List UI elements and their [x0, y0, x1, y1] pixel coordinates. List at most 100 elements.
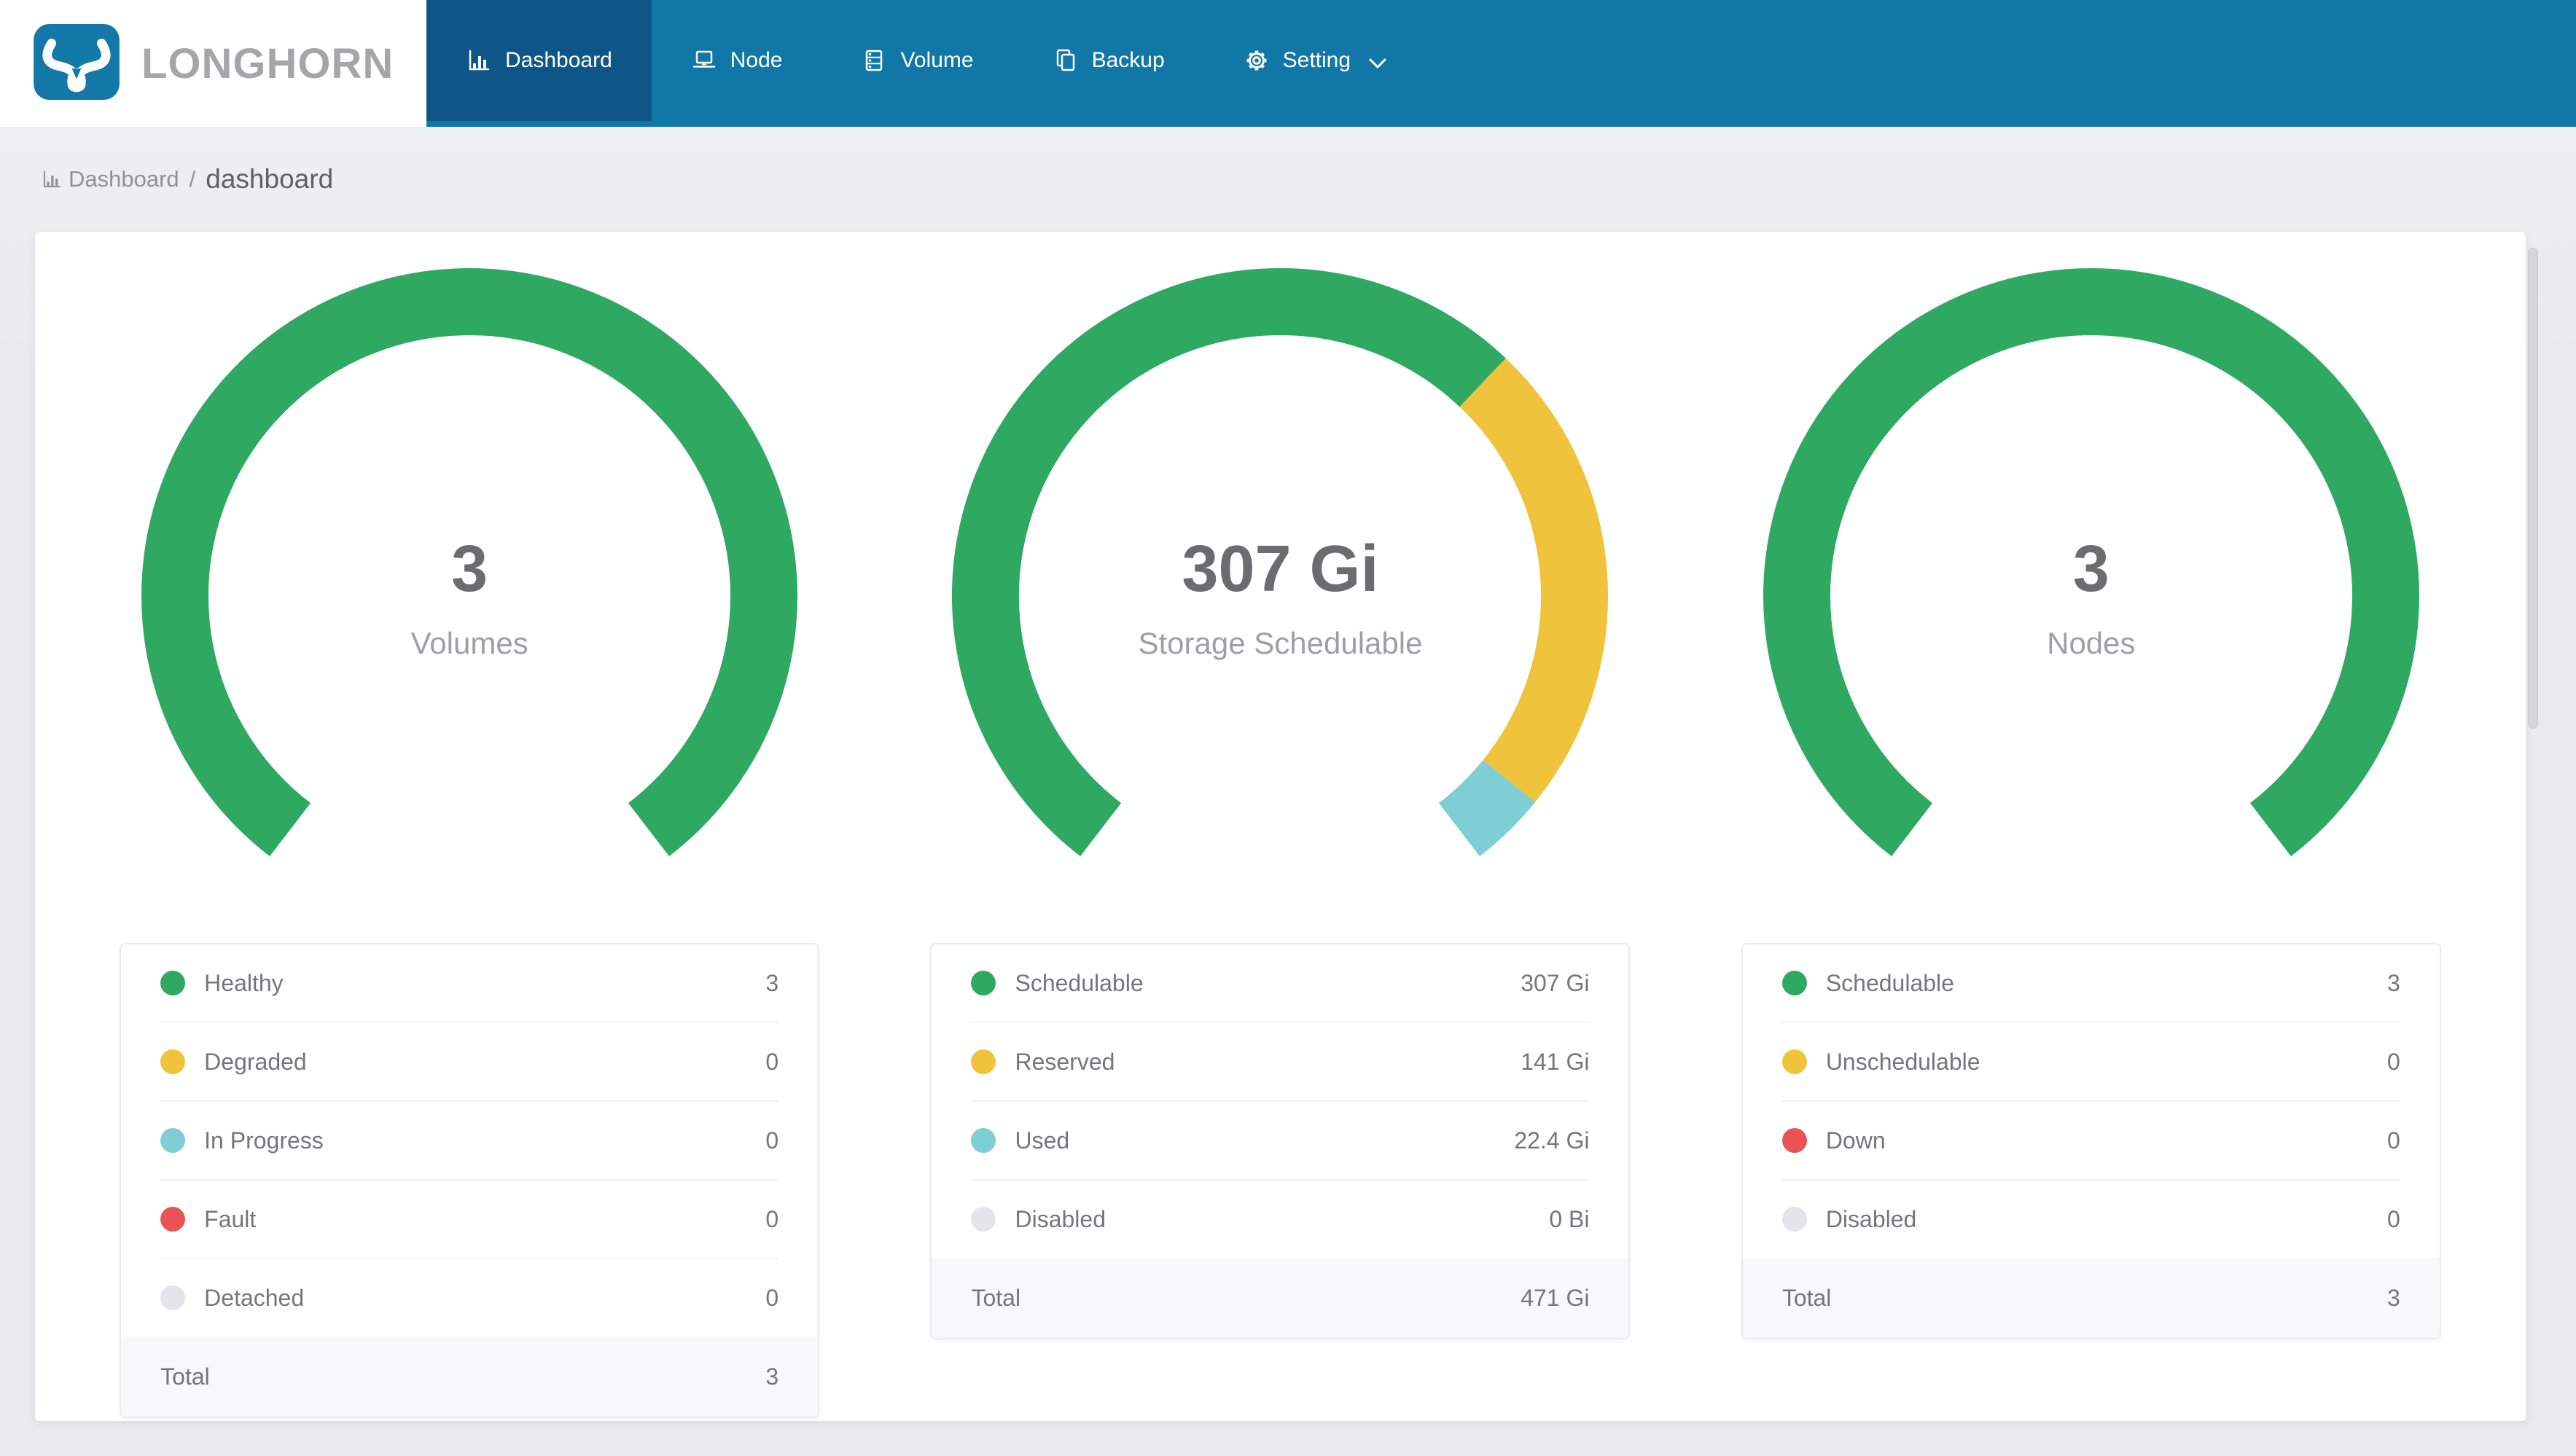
legend-total-value: 3 [765, 1363, 779, 1390]
legend-value: 0 Bi [1549, 1205, 1590, 1232]
legend-label: Detached [204, 1284, 305, 1311]
legend-row: Used 22.4 Gi [971, 1102, 1590, 1181]
legend-dot [971, 1049, 996, 1074]
legend-total-label: Total [1781, 1284, 1832, 1311]
tab-dashboard[interactable]: Dashboard [426, 0, 652, 121]
nodes-gauge: 3 Nodes [1756, 261, 2427, 931]
tab-label: Dashboard [505, 48, 612, 72]
legend-total-row: Total 3 [1742, 1258, 2440, 1338]
gauge-segment-healthy [141, 268, 798, 856]
legend-value: 3 [765, 969, 779, 996]
vertical-scrollbar-thumb[interactable] [2528, 248, 2538, 729]
tab-node[interactable]: Node [652, 0, 822, 121]
legend-dot [1781, 1049, 1807, 1074]
legend-value: 0 [765, 1127, 779, 1154]
legend-label: Fault [204, 1205, 257, 1232]
gauge-segment-reserved [1459, 358, 1609, 802]
legend-row: Unschedulable 0 [1781, 1023, 2400, 1102]
legend-label: Schedulable [1015, 969, 1144, 996]
legend-row: Degraded 0 [160, 1023, 779, 1102]
tab-volume[interactable]: Volume [821, 0, 1012, 121]
chevron-down-icon [1368, 58, 1387, 69]
legend-dot [160, 1285, 186, 1310]
legend-dot [160, 1049, 186, 1074]
breadcrumb-separator: / [189, 166, 196, 192]
legend-dot [971, 1128, 996, 1153]
gauge-panel-volumes: 3 Volumes Healthy 3 Degraded 0 In Progress 0 F… [64, 261, 875, 1418]
breadcrumb-current-page: dashboard [206, 164, 334, 194]
legend-total-value: 3 [2387, 1284, 2400, 1311]
legend-dot [1781, 971, 1807, 995]
legend-value: 0 [2387, 1127, 2400, 1154]
legend-label: Unschedulable [1825, 1048, 1980, 1075]
legend-row: Schedulable 3 [1781, 944, 2400, 1023]
tab-label: Node [730, 48, 783, 72]
legend-dot [160, 1207, 186, 1232]
copy-icon [1053, 47, 1079, 74]
legend-row: In Progress 0 [160, 1102, 779, 1181]
legend-label: Healthy [204, 969, 284, 996]
gauge-segment-used [1438, 759, 1536, 857]
legend-total-row: Total 3 [121, 1336, 819, 1417]
bar-chart-icon [466, 47, 492, 74]
legend-dot [971, 971, 996, 995]
storage-gauge: 307 Gi Storage Schedulable [945, 261, 1615, 931]
tab-label: Backup [1091, 48, 1165, 72]
brand[interactable]: LONGHORN [0, 0, 426, 127]
gauge-segment-schedulable [1763, 268, 2419, 856]
server-icon [861, 47, 887, 74]
legend-value: 0 [2387, 1205, 2400, 1232]
legend-total-value: 471 Gi [1521, 1284, 1590, 1311]
legend-row: Detached 0 [160, 1259, 778, 1336]
legend-value: 22.4 Gi [1514, 1127, 1590, 1154]
legend-total-row: Total 471 Gi [932, 1258, 1629, 1338]
legend-dot [160, 971, 186, 995]
gauge-panel-nodes: 3 Nodes Schedulable 3 Unschedulable 0 Down 0 D… [1686, 261, 2497, 1418]
legend-total-label: Total [971, 1284, 1021, 1311]
legend-row: Disabled 0 [1781, 1181, 2400, 1258]
legend-value: 0 [2387, 1048, 2400, 1075]
gauge-panel-storage: 307 Gi Storage Schedulable Schedulable 30… [875, 261, 1685, 1418]
nodes-legend-card: Schedulable 3 Unschedulable 0 Down 0 Disabled 0… [1741, 943, 2441, 1339]
laptop-icon [691, 47, 717, 74]
brand-text: LONGHORN [141, 39, 394, 87]
legend-row: Down 0 [1781, 1102, 2400, 1181]
legend-label: Used [1015, 1127, 1070, 1154]
breadcrumb: Dashboard / dashboard [0, 127, 2576, 232]
legend-dot [971, 1207, 996, 1232]
legend-row: Reserved 141 Gi [971, 1023, 1590, 1102]
legend-total-label: Total [160, 1363, 210, 1390]
breadcrumb-section[interactable]: Dashboard [69, 166, 179, 192]
legend-label: Reserved [1015, 1048, 1115, 1075]
legend-value: 0 [765, 1284, 779, 1311]
legend-dot [1781, 1207, 1807, 1232]
legend-dot [1781, 1128, 1807, 1153]
legend-value: 3 [2387, 969, 2400, 996]
longhorn-dashboard-page: LONGHORN Dashboard Node Volume Backup Se… [0, 0, 2576, 1456]
legend-value: 307 Gi [1521, 969, 1590, 996]
volumes-gauge: 3 Volumes [134, 261, 805, 931]
legend-dot [160, 1128, 186, 1153]
volumes-legend-card: Healthy 3 Degraded 0 In Progress 0 Fault 0 Detac… [120, 943, 820, 1418]
storage-legend-card: Schedulable 307 Gi Reserved 141 Gi Used 22.4 … [930, 943, 1631, 1339]
legend-label: Degraded [204, 1048, 307, 1075]
legend-label: Disabled [1015, 1205, 1106, 1232]
tab-label: Setting [1282, 48, 1351, 72]
longhorn-bull-logo-icon [34, 23, 120, 103]
nav-tabs: Dashboard Node Volume Backup Setting [426, 0, 1426, 121]
gauge-panels: 3 Volumes Healthy 3 Degraded 0 In Progress 0 F… [35, 232, 2526, 1418]
legend-label: Down [1825, 1127, 1886, 1154]
legend-value: 0 [765, 1205, 779, 1232]
top-navbar: LONGHORN Dashboard Node Volume Backup Se… [0, 0, 2576, 127]
legend-value: 141 Gi [1521, 1048, 1590, 1075]
gauge-segment-schedulable [952, 268, 1507, 856]
tab-label: Volume [900, 48, 974, 72]
tab-setting[interactable]: Setting [1204, 0, 1426, 121]
legend-row: Disabled 0 Bi [971, 1181, 1589, 1258]
gear-icon [1244, 47, 1270, 74]
legend-value: 0 [765, 1048, 779, 1075]
legend-row: Fault 0 [160, 1181, 779, 1259]
tab-backup[interactable]: Backup [1013, 0, 1204, 121]
legend-label: Schedulable [1825, 969, 1954, 996]
dashboard-card: 3 Volumes Healthy 3 Degraded 0 In Progress 0 F… [35, 232, 2526, 1421]
